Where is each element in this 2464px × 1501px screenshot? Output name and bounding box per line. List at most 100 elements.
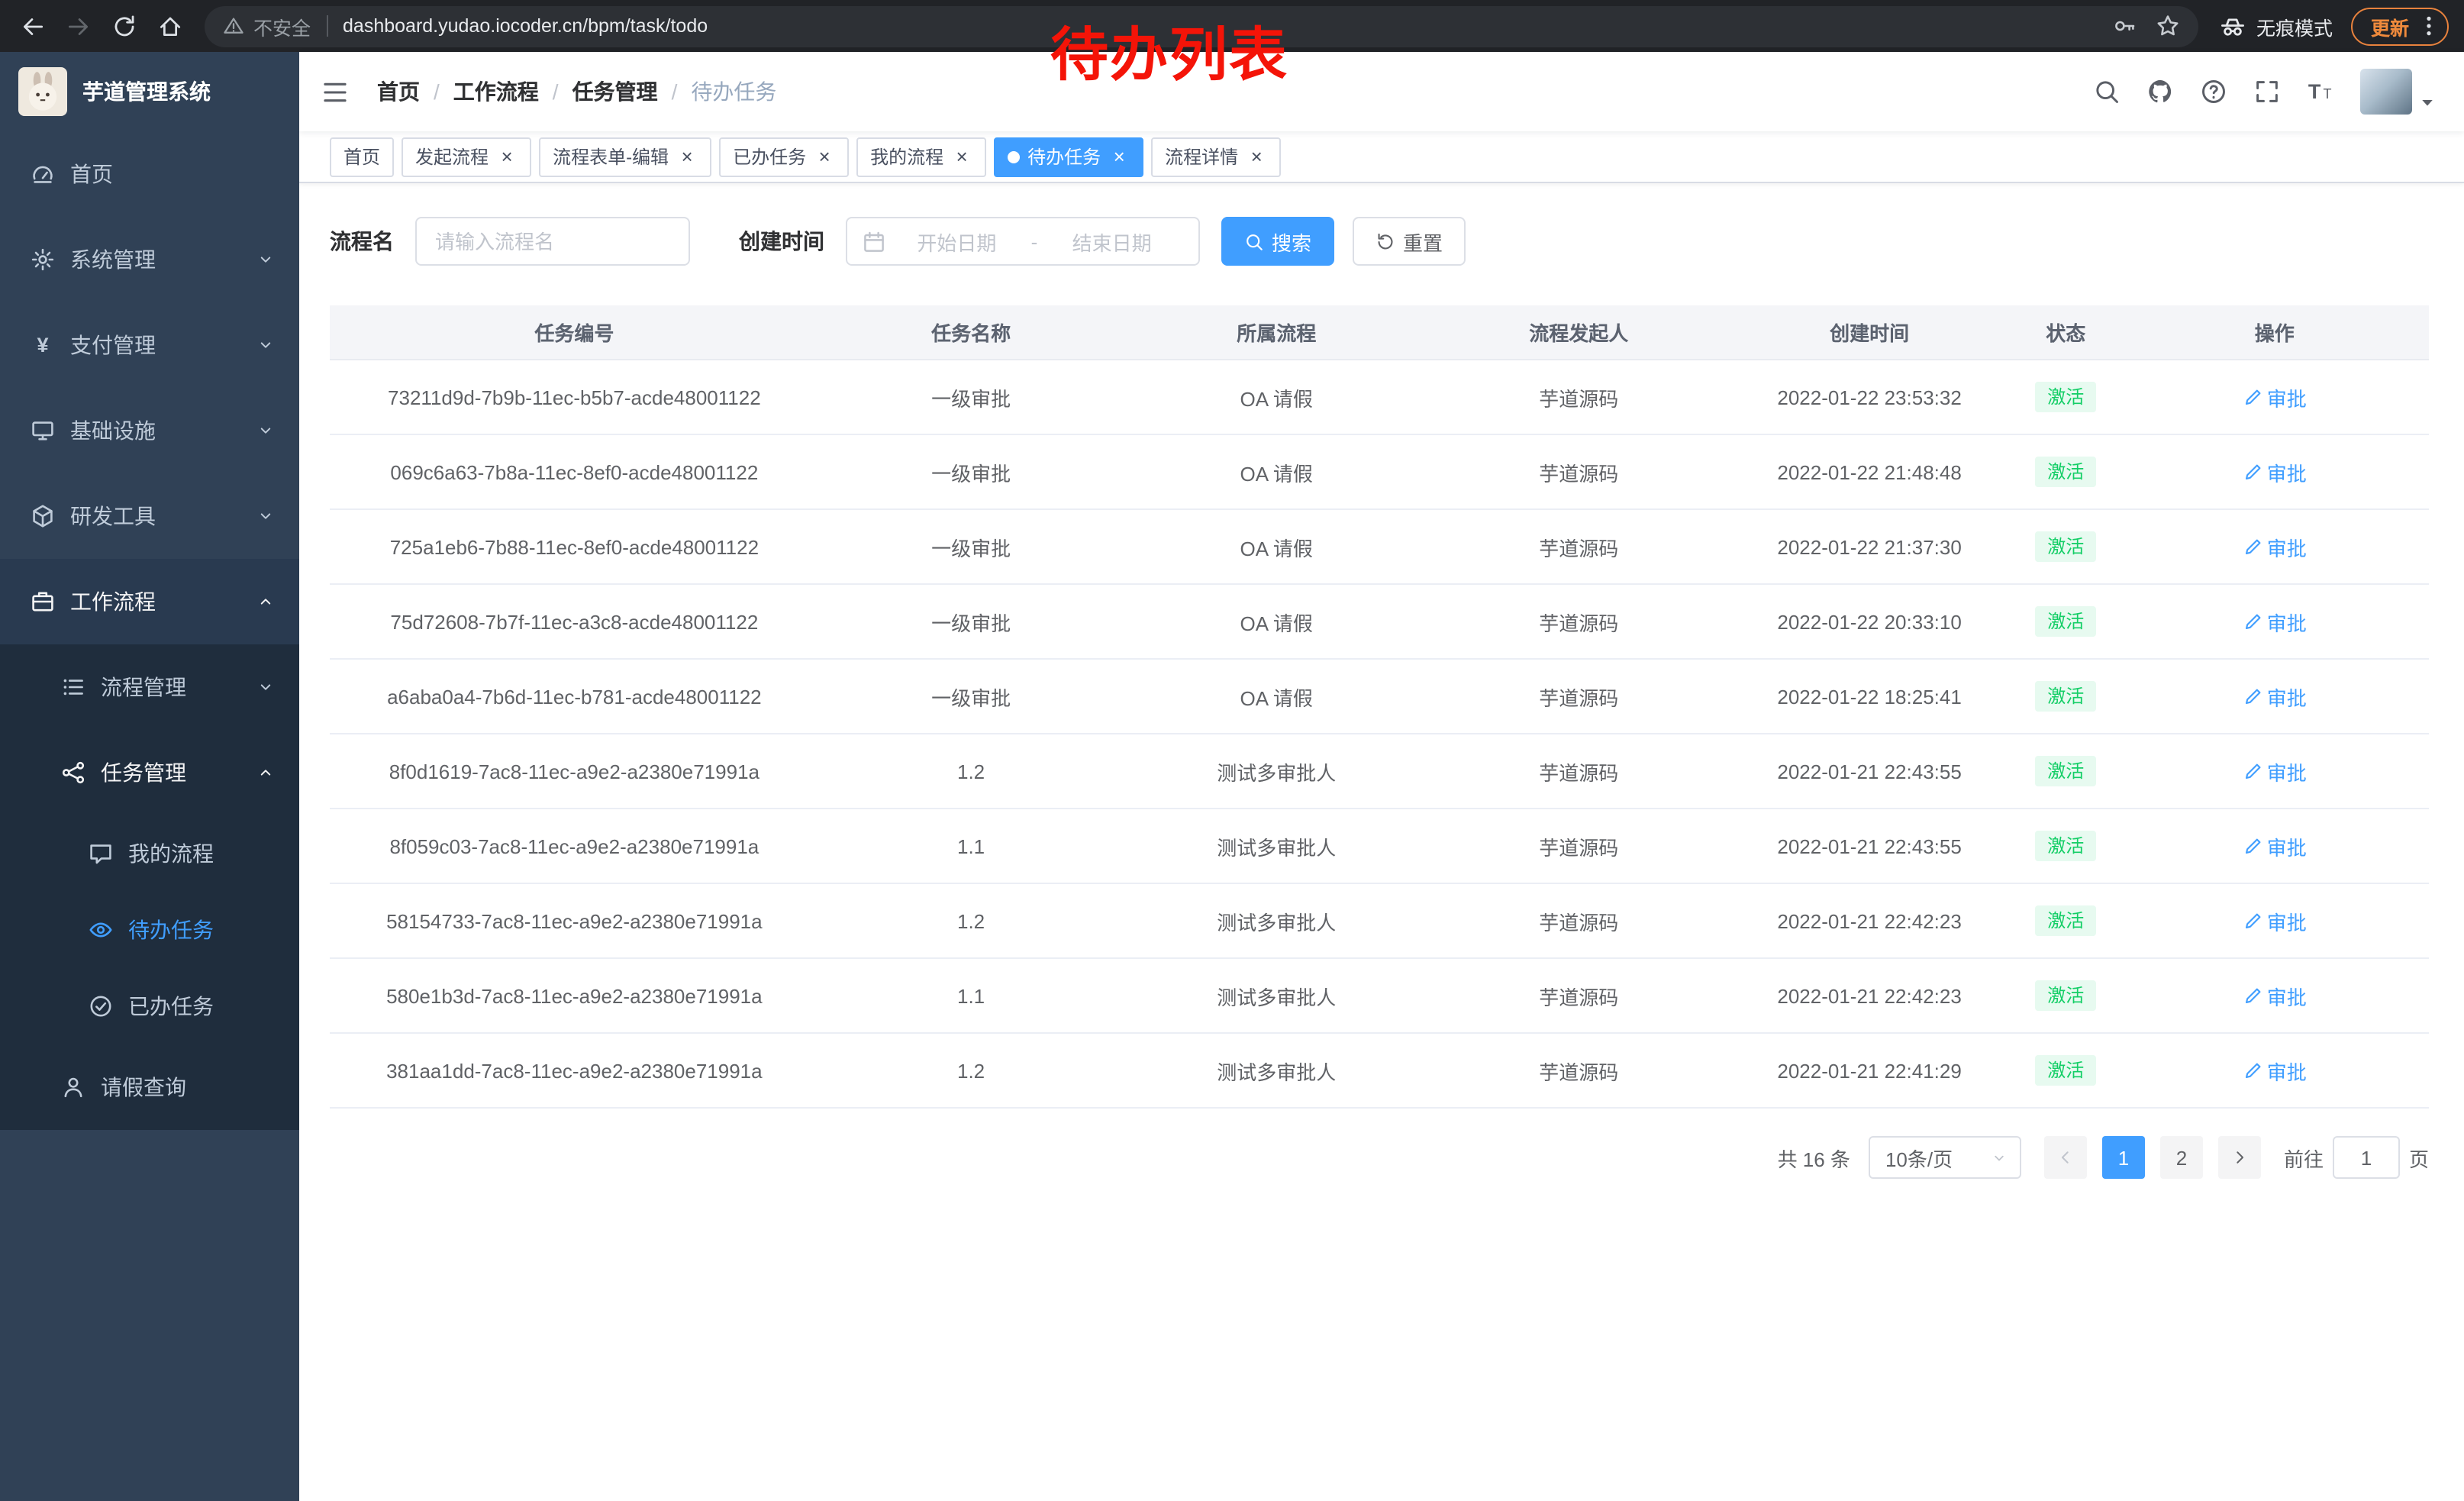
edit-icon <box>2243 911 2262 931</box>
chevron-down-icon <box>256 507 275 525</box>
tab-start-process[interactable]: 发起流程 × <box>402 137 531 176</box>
search-button-label: 搜索 <box>1272 227 1311 256</box>
sidebar-item-my-process[interactable]: 我的流程 <box>0 815 299 892</box>
process-name: 测试多审批人 <box>1123 906 1430 935</box>
update-button[interactable]: 更新 <box>2351 7 2449 45</box>
sidebar-item-task-management[interactable]: 任务管理 <box>0 730 299 815</box>
sidebar-item-infrastructure[interactable]: 基础设施 <box>0 388 299 473</box>
close-icon[interactable]: × <box>814 146 835 167</box>
create-time: 2022-01-22 23:53:32 <box>1727 386 2011 408</box>
status-cell: 激活 <box>2011 1055 2121 1086</box>
app-logo-row[interactable]: 芋道管理系统 <box>0 52 299 131</box>
status-badge: 激活 <box>2035 980 2096 1011</box>
process-name-input[interactable] <box>415 217 690 266</box>
tab-process-detail[interactable]: 流程详情× <box>1151 137 1281 176</box>
page-button-2[interactable]: 2 <box>2160 1136 2203 1179</box>
browser-menu-icon[interactable] <box>2417 14 2441 38</box>
sidebar-item-system[interactable]: 系统管理 <box>0 217 299 302</box>
reset-button[interactable]: 重置 <box>1353 217 1466 266</box>
approve-link[interactable]: 审批 <box>2243 532 2307 561</box>
tab-home[interactable]: 首页 <box>330 137 394 176</box>
tab-label: 我的流程 <box>870 144 943 169</box>
github-icon[interactable] <box>2146 78 2174 105</box>
page-size-select[interactable]: 10条/页 <box>1869 1136 2021 1179</box>
page-button-1[interactable]: 1 <box>2102 1136 2145 1179</box>
approve-link[interactable]: 审批 <box>2243 981 2307 1010</box>
sidebar: 芋道管理系统 首页系统管理¥支付管理基础设施研发工具工作流程流程管理任务管理我的… <box>0 52 299 1501</box>
svg-text:T: T <box>2308 80 2321 103</box>
font-size-icon[interactable]: TT <box>2307 78 2334 105</box>
close-icon[interactable]: × <box>676 146 698 167</box>
sidebar-item-process-management[interactable]: 流程管理 <box>0 644 299 730</box>
prev-page-button[interactable] <box>2044 1136 2087 1179</box>
task-name: 1.1 <box>819 984 1124 1007</box>
column-header: 操作 <box>2121 318 2429 347</box>
select-caret-icon <box>1991 1149 2008 1166</box>
sidebar-item-payment[interactable]: ¥支付管理 <box>0 302 299 388</box>
close-icon[interactable]: × <box>1246 146 1267 167</box>
bookmark-star-icon[interactable] <box>2156 14 2180 38</box>
process-starter: 芋道源码 <box>1430 1056 1728 1085</box>
system-icon <box>31 247 55 272</box>
sidebar-item-todo-task[interactable]: 待办任务 <box>0 892 299 968</box>
close-icon[interactable]: × <box>1108 146 1130 167</box>
approve-link[interactable]: 审批 <box>2243 682 2307 711</box>
tab-done-task[interactable]: 已办任务× <box>719 137 849 176</box>
process-name: 测试多审批人 <box>1123 1056 1430 1085</box>
refresh-icon[interactable] <box>104 6 144 46</box>
close-icon[interactable]: × <box>951 146 972 167</box>
approve-link[interactable]: 审批 <box>2243 906 2307 935</box>
sidebar-item-label: 支付管理 <box>70 330 156 360</box>
tab-label: 发起流程 <box>415 144 489 169</box>
action-cell: 审批 <box>2121 981 2429 1010</box>
back-icon[interactable] <box>12 6 52 46</box>
annotation-text: 待办列表 <box>1050 8 1288 92</box>
search-icon <box>1244 231 1264 251</box>
approve-link-label: 审批 <box>2267 757 2307 786</box>
approve-link[interactable]: 审批 <box>2243 1056 2307 1085</box>
table-row: 580e1b3d-7ac8-11ec-a9e2-a2380e71991a1.1测… <box>330 959 2429 1034</box>
status-cell: 激活 <box>2011 980 2121 1011</box>
close-icon[interactable]: × <box>496 146 518 167</box>
tab-my-process[interactable]: 我的流程 × <box>856 137 986 176</box>
task-id: 725a1eb6-7b88-11ec-8ef0-acde48001122 <box>330 535 819 558</box>
sidebar-item-devtools[interactable]: 研发工具 <box>0 473 299 559</box>
status-badge: 激活 <box>2035 382 2096 412</box>
approve-link[interactable]: 审批 <box>2243 831 2307 860</box>
sidebar-item-home[interactable]: 首页 <box>0 131 299 217</box>
sidebar-item-done-task[interactable]: 已办任务 <box>0 968 299 1044</box>
next-page-button[interactable] <box>2218 1136 2261 1179</box>
sidebar-item-workflow[interactable]: 工作流程 <box>0 559 299 644</box>
search-icon[interactable] <box>2093 78 2121 105</box>
goto-page-input[interactable] <box>2333 1136 2400 1179</box>
filter-bar: 流程名 创建时间 开始日期 - 结束日期 搜索 重置 <box>330 217 2429 266</box>
tab-form-edit[interactable]: 流程表单-编辑× <box>539 137 711 176</box>
avatar[interactable] <box>2360 69 2412 115</box>
action-cell: 审批 <box>2121 906 2429 935</box>
sidebar-item-label: 流程管理 <box>101 672 186 702</box>
task-name: 一级审批 <box>819 383 1124 412</box>
user-menu[interactable] <box>2360 69 2437 115</box>
approve-link[interactable]: 审批 <box>2243 757 2307 786</box>
tab-label: 待办任务 <box>1027 144 1101 169</box>
approve-link[interactable]: 审批 <box>2243 457 2307 486</box>
search-button[interactable]: 搜索 <box>1221 217 1334 266</box>
breadcrumb-item[interactable]: 任务管理 <box>572 76 658 107</box>
sidebar-toggle-icon[interactable] <box>321 77 350 106</box>
browser-home-icon[interactable] <box>150 6 189 46</box>
date-range-picker[interactable]: 开始日期 - 结束日期 <box>846 217 1200 266</box>
sidebar-item-leave-query[interactable]: 请假查询 <box>0 1044 299 1130</box>
task-id: 75d72608-7b7f-11ec-a3c8-acde48001122 <box>330 610 819 633</box>
approve-link[interactable]: 审批 <box>2243 607 2307 636</box>
help-icon[interactable] <box>2200 78 2227 105</box>
column-header: 状态 <box>2011 318 2121 347</box>
fullscreen-icon[interactable] <box>2253 78 2281 105</box>
forward-icon[interactable] <box>58 6 98 46</box>
approve-link[interactable]: 审批 <box>2243 383 2307 412</box>
tab-todo-task[interactable]: 待办任务 × <box>994 137 1143 176</box>
breadcrumb-item[interactable]: 工作流程 <box>453 76 539 107</box>
password-key-icon[interactable] <box>2113 14 2137 38</box>
edit-icon <box>2243 537 2262 557</box>
breadcrumb-item[interactable]: 首页 <box>377 76 420 107</box>
status-cell: 激活 <box>2011 457 2121 487</box>
